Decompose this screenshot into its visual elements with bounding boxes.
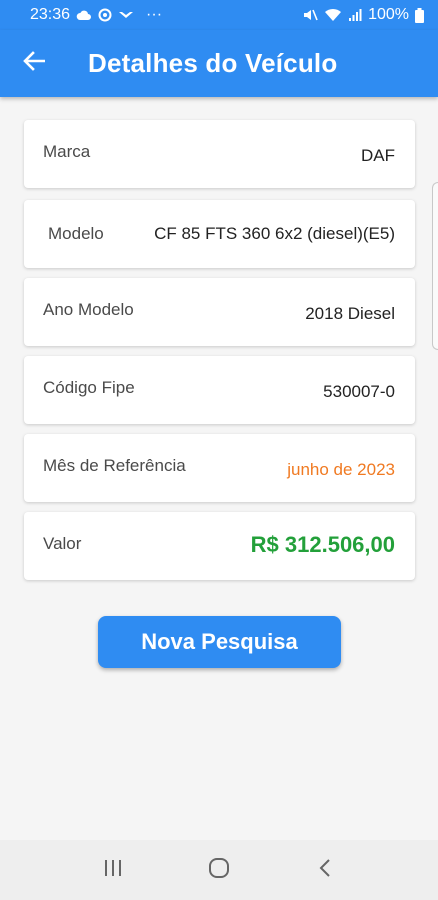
detail-value: 2018 Diesel (305, 304, 395, 323)
detail-card-codigo-fipe: Código Fipe 530007-0 (24, 356, 415, 424)
detail-label: Código Fipe (43, 378, 135, 397)
detail-card-valor: Valor R$ 312.506,00 (24, 512, 415, 580)
edge-panel-handle[interactable] (432, 182, 438, 350)
detail-card-modelo: Modelo CF 85 FTS 360 6x2 (diesel)(E5) (24, 200, 415, 268)
detail-label: Modelo (48, 224, 104, 243)
app-bar: Detalhes do Veículo (0, 30, 438, 97)
status-left: 23:36 ··· (30, 6, 162, 24)
battery-icon (415, 7, 424, 23)
status-more: ··· (146, 6, 163, 23)
home-button[interactable] (199, 850, 239, 890)
page-title: Detalhes do Veículo (88, 48, 338, 78)
sync-icon (98, 8, 112, 22)
detail-value: junho de 2023 (287, 460, 395, 479)
detail-label: Ano Modelo (43, 300, 134, 319)
download-icon (118, 10, 134, 20)
detail-label: Mês de Referência (43, 456, 186, 475)
detail-label: Valor (43, 534, 82, 553)
status-bar: 23:36 ··· 100% (0, 0, 438, 30)
detail-card-marca: Marca DAF (24, 120, 415, 188)
detail-card-ano-modelo: Ano Modelo 2018 Diesel (24, 278, 415, 346)
price-value: R$ 312.506,00 (250, 532, 395, 557)
arrow-left-icon (23, 51, 46, 76)
detail-value: DAF (361, 146, 395, 165)
back-button[interactable] (10, 40, 58, 88)
detail-label: Marca (43, 142, 91, 161)
wifi-icon (324, 8, 342, 22)
detail-value: 530007-0 (323, 382, 395, 401)
chevron-left-icon (318, 858, 332, 883)
status-time: 23:36 (30, 6, 71, 23)
new-search-button[interactable]: Nova Pesquisa (98, 616, 341, 668)
recents-icon (103, 859, 123, 882)
status-right: 100% (302, 6, 424, 24)
home-icon (208, 857, 230, 884)
battery-percent: 100% (368, 6, 409, 23)
detail-value: CF 85 FTS 360 6x2 (diesel)(E5) (154, 224, 395, 243)
screen: 23:36 ··· 100% Detalhes do Veículo Marca… (0, 0, 438, 900)
detail-card-mes-referencia: Mês de Referência junho de 2023 (24, 434, 415, 502)
mute-icon (302, 8, 318, 22)
cloud-icon (76, 10, 92, 21)
navigation-bar (0, 840, 438, 900)
signal-icon (348, 8, 362, 22)
recents-button[interactable] (93, 850, 133, 890)
system-back-button[interactable] (305, 850, 345, 890)
